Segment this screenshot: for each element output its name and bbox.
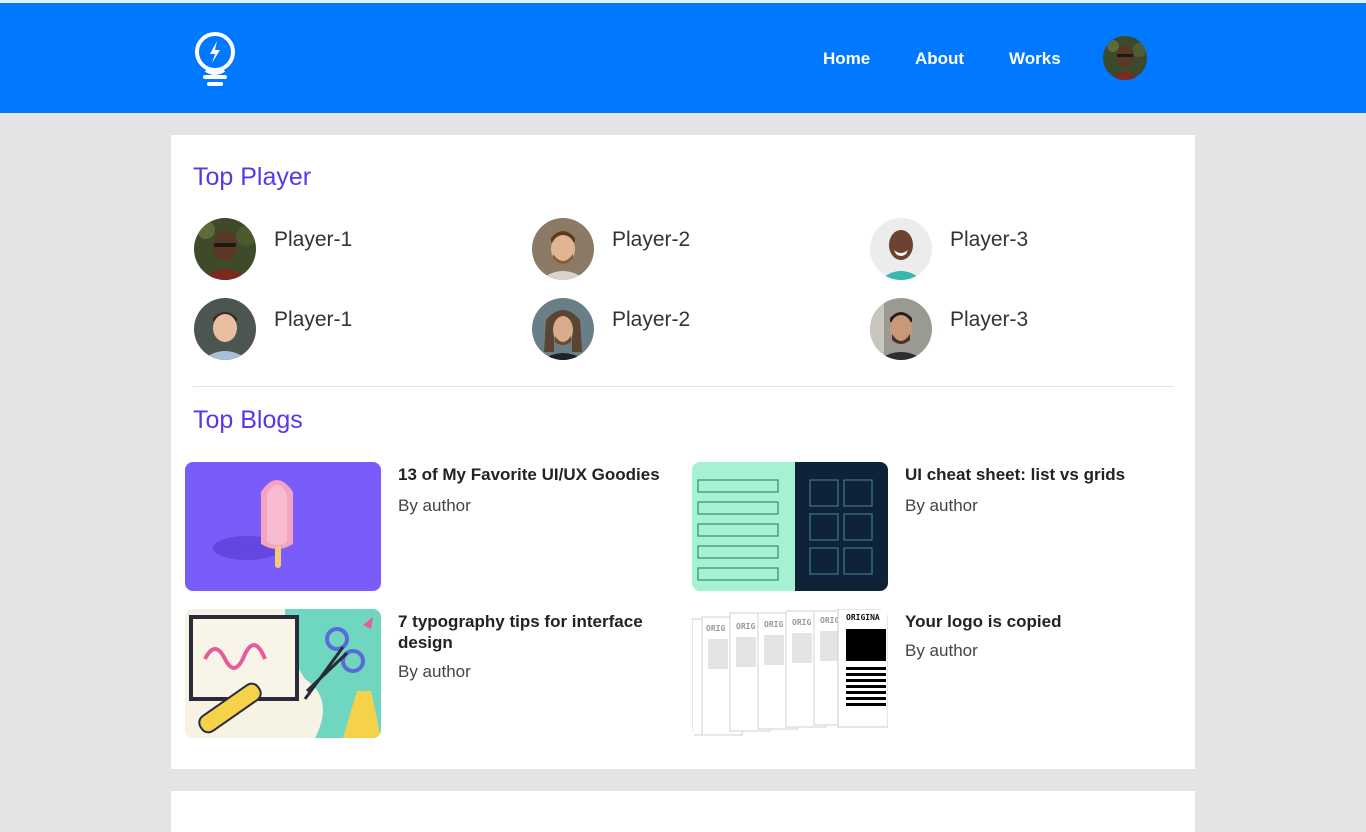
blog-title[interactable]: Your logo is copied [905, 611, 1175, 632]
blog-card[interactable]: UI cheat sheet: list vs grids By author [692, 462, 1182, 592]
player-item[interactable]: Player-1 [194, 298, 494, 360]
user-avatar[interactable] [1103, 36, 1147, 80]
player-avatar [532, 298, 594, 360]
player-item[interactable]: Player-2 [532, 218, 832, 280]
navbar: Home About Works [0, 3, 1366, 113]
thumb-orig-text: ORIG [764, 620, 783, 629]
section-divider [193, 386, 1174, 387]
nav-link-home[interactable]: Home [823, 49, 870, 69]
blog-thumbnail [185, 462, 381, 591]
lightbulb-logo-icon[interactable] [191, 30, 239, 88]
blog-author: By author [905, 496, 978, 515]
thumb-orig-text: ORIG [736, 622, 755, 631]
player-avatar [194, 218, 256, 280]
player-item[interactable]: Player-2 [532, 298, 832, 360]
blog-author: By author [398, 662, 471, 681]
player-avatar [870, 298, 932, 360]
blog-thumbnail [692, 462, 888, 591]
thumb-original-text: ORIGINA [846, 613, 880, 622]
blog-card[interactable]: ORIG ORIG ORIG ORIG ORIG ORIGINA Your lo… [692, 609, 1182, 739]
top-blogs-title: Top Blogs [193, 406, 303, 434]
nav-link-works[interactable]: Works [1009, 49, 1061, 69]
thumb-orig-text: ORIG [706, 624, 725, 633]
player-avatar [532, 218, 594, 280]
blog-title[interactable]: UI cheat sheet: list vs grids [905, 464, 1175, 485]
thumb-orig-text: ORIG [820, 616, 839, 625]
player-name: Player-3 [950, 228, 1029, 251]
blog-title[interactable]: 7 typography tips for interface design [398, 611, 668, 653]
blog-title[interactable]: 13 of My Favorite UI/UX Goodies [398, 464, 668, 485]
blog-card[interactable]: 13 of My Favorite UI/UX Goodies By autho… [185, 462, 675, 592]
player-item[interactable]: Player-1 [194, 218, 494, 280]
player-avatar [194, 298, 256, 360]
player-avatar [870, 218, 932, 280]
player-item[interactable]: Player-3 [870, 298, 1170, 360]
player-item[interactable]: Player-3 [870, 218, 1170, 280]
player-name: Player-1 [274, 228, 353, 251]
player-name: Player-3 [950, 308, 1029, 331]
thumb-orig-text: ORIG [792, 618, 811, 627]
player-name: Player-1 [274, 308, 353, 331]
blog-thumbnail [185, 609, 381, 738]
player-name: Player-2 [612, 308, 691, 331]
secondary-card [171, 791, 1195, 832]
player-name: Player-2 [612, 228, 691, 251]
top-player-title: Top Player [193, 163, 312, 191]
main-card: Top Player Player-1 Player-2 Player-3 Pl… [171, 135, 1195, 769]
blog-card[interactable]: 7 typography tips for interface design B… [185, 609, 675, 739]
blog-author: By author [905, 641, 978, 660]
nav-link-about[interactable]: About [915, 49, 964, 69]
blog-author: By author [398, 496, 471, 515]
blog-thumbnail: ORIG ORIG ORIG ORIG ORIG ORIGINA [692, 609, 888, 738]
